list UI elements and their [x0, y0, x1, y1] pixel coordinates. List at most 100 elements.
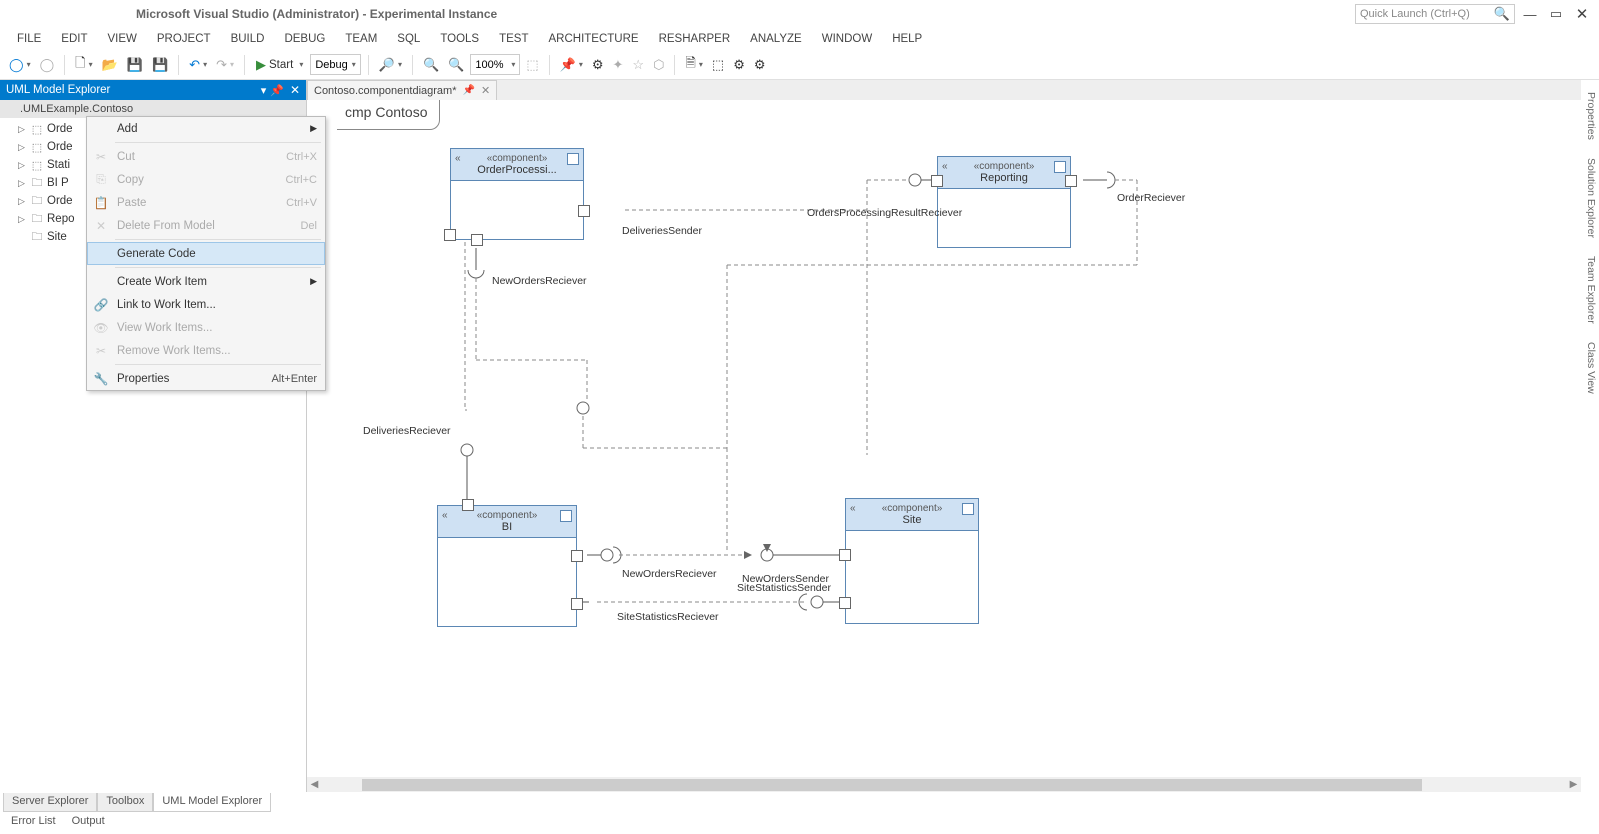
- port[interactable]: [571, 598, 583, 610]
- open-button[interactable]: 📂: [99, 54, 121, 76]
- back-button[interactable]: ◯▾: [6, 54, 34, 76]
- menu-resharper[interactable]: RESHARPER: [650, 31, 740, 47]
- quick-launch-input[interactable]: Quick Launch (Ctrl+Q) 🔍: [1355, 4, 1515, 24]
- label: SiteStatisticsReciever: [617, 611, 719, 623]
- tab-close-button[interactable]: ✕: [481, 84, 490, 97]
- remove-icon: ✂: [93, 344, 109, 358]
- tab-solution-explorer[interactable]: Solution Explorer: [1581, 152, 1599, 244]
- menu-test[interactable]: TEST: [490, 31, 537, 47]
- zoom-in-button[interactable]: 🔍: [420, 54, 442, 76]
- ctx-cut: ✂CutCtrl+X: [87, 145, 325, 168]
- doc-button[interactable]: 🗎▾: [682, 54, 705, 76]
- chevron-icon[interactable]: «: [455, 153, 461, 164]
- gear-button[interactable]: ⚙: [730, 54, 748, 76]
- delete-icon: ✕: [93, 219, 109, 233]
- tab-server-explorer[interactable]: Server Explorer: [3, 793, 97, 812]
- ctx-link-work-item[interactable]: 🔗Link to Work Item...: [87, 293, 325, 316]
- port[interactable]: [578, 205, 590, 217]
- undo-button[interactable]: ↶▾: [186, 54, 210, 76]
- chevron-icon[interactable]: «: [442, 510, 448, 521]
- label: SiteStatisticsSender: [737, 582, 831, 594]
- menu-debug[interactable]: DEBUG: [275, 31, 334, 47]
- port[interactable]: [839, 597, 851, 609]
- save-all-button[interactable]: 💾: [149, 54, 171, 76]
- panel-dropdown-icon[interactable]: ▾: [261, 84, 267, 97]
- menu-view[interactable]: VIEW: [99, 31, 146, 47]
- menu-edit[interactable]: EDIT: [52, 31, 96, 47]
- port[interactable]: [1065, 175, 1077, 187]
- tab-uml-explorer[interactable]: UML Model Explorer: [153, 793, 271, 812]
- new-project-button[interactable]: 🗋▾: [72, 54, 95, 76]
- close-button[interactable]: ✕: [1571, 3, 1593, 25]
- port[interactable]: [931, 175, 943, 187]
- save-button[interactable]: 💾: [124, 54, 146, 76]
- tab-team-explorer[interactable]: Team Explorer: [1581, 250, 1599, 330]
- restore-button[interactable]: ▭: [1545, 3, 1567, 25]
- ctx-generate-code[interactable]: Generate Code: [87, 242, 325, 265]
- menu-file[interactable]: FILE: [8, 31, 50, 47]
- tool-button-5[interactable]: ⬡: [650, 54, 667, 76]
- tab-toolbox[interactable]: Toolbox: [97, 793, 153, 812]
- forward-button[interactable]: ◯: [37, 54, 58, 76]
- menu-help[interactable]: HELP: [883, 31, 931, 47]
- toolbar: ◯▾ ◯ 🗋▾ 📂 💾 💾 ↶▾ ↷▾ ▶Start▾ Debug▾ 🔎▾ 🔍 …: [0, 50, 1599, 80]
- component-bi[interactable]: ««component»BI: [437, 505, 577, 627]
- horizontal-scrollbar[interactable]: ◀ ▶: [307, 777, 1581, 792]
- port[interactable]: [444, 229, 456, 241]
- menu-project[interactable]: PROJECT: [148, 31, 220, 47]
- panel-header[interactable]: UML Model Explorer ▾ 📌 ✕: [0, 80, 306, 100]
- label: DeliveriesSender: [622, 225, 702, 237]
- minimize-button[interactable]: —: [1519, 3, 1541, 25]
- port[interactable]: [462, 499, 474, 511]
- output-panel-tabs: Error List Output: [3, 814, 113, 831]
- zoom-dropdown[interactable]: 100%▾: [470, 54, 520, 75]
- bottom-panel-tabs: Server Explorer Toolbox UML Model Explor…: [3, 793, 271, 812]
- right-tool-tabs: Properties Solution Explorer Team Explor…: [1581, 80, 1599, 399]
- port[interactable]: [471, 234, 483, 246]
- chevron-icon[interactable]: «: [850, 503, 856, 514]
- label: OrderReciever: [1117, 192, 1185, 204]
- tab-class-view[interactable]: Class View: [1581, 336, 1599, 400]
- tab-error-list[interactable]: Error List: [3, 814, 64, 831]
- component-site[interactable]: ««component»Site: [845, 498, 979, 624]
- ctx-create-work-item[interactable]: Create Work Item▶: [87, 270, 325, 293]
- menu-tools[interactable]: TOOLS: [431, 31, 488, 47]
- zoom-out-button[interactable]: 🔍: [445, 54, 467, 76]
- panel-close-button[interactable]: ✕: [290, 83, 300, 97]
- find-button[interactable]: 🔎▾: [376, 54, 405, 76]
- port[interactable]: [571, 550, 583, 562]
- layout-button[interactable]: ⬚: [523, 54, 541, 76]
- tab-output[interactable]: Output: [64, 814, 113, 831]
- start-button[interactable]: ▶Start▾: [252, 54, 307, 76]
- component-orderprocessing[interactable]: ««component»OrderProcessi...: [450, 148, 584, 240]
- port[interactable]: [839, 549, 851, 561]
- document-tab[interactable]: Contoso.componentdiagram* 📌 ✕: [307, 80, 497, 100]
- tool-button-4[interactable]: ☆: [629, 54, 647, 76]
- scroll-thumb[interactable]: [362, 779, 1422, 791]
- window-button[interactable]: ⬚: [709, 54, 727, 76]
- menu-build[interactable]: BUILD: [222, 31, 274, 47]
- ctx-paste: 📋PasteCtrl+V: [87, 191, 325, 214]
- scroll-right-icon[interactable]: ▶: [1566, 777, 1581, 792]
- redo-button[interactable]: ↷▾: [213, 54, 237, 76]
- settings-button[interactable]: ⚙: [751, 54, 769, 76]
- menu-team[interactable]: TEAM: [336, 31, 386, 47]
- component-reporting[interactable]: ««component»Reporting: [937, 156, 1071, 248]
- menu-sql[interactable]: SQL: [388, 31, 429, 47]
- menu-architecture[interactable]: ARCHITECTURE: [539, 31, 647, 47]
- ctx-properties[interactable]: 🔧PropertiesAlt+Enter: [87, 367, 325, 390]
- ctx-add[interactable]: Add▶: [87, 117, 325, 140]
- config-dropdown[interactable]: Debug▾: [310, 54, 360, 75]
- diagram-designer[interactable]: cmp Contoso: [307, 100, 1581, 792]
- panel-pin-icon[interactable]: 📌: [270, 84, 284, 97]
- scroll-left-icon[interactable]: ◀: [307, 777, 322, 792]
- tool-button[interactable]: 📌▾: [557, 54, 586, 76]
- menu-analyze[interactable]: ANALYZE: [741, 31, 811, 47]
- chevron-icon[interactable]: «: [942, 161, 948, 172]
- tab-properties[interactable]: Properties: [1581, 86, 1599, 146]
- tool-button-2[interactable]: ⚙: [589, 54, 607, 76]
- pin-icon[interactable]: 📌: [462, 85, 474, 96]
- component-icon: [1054, 161, 1066, 173]
- tool-button-3[interactable]: ✦: [610, 54, 627, 76]
- menu-window[interactable]: WINDOW: [813, 31, 881, 47]
